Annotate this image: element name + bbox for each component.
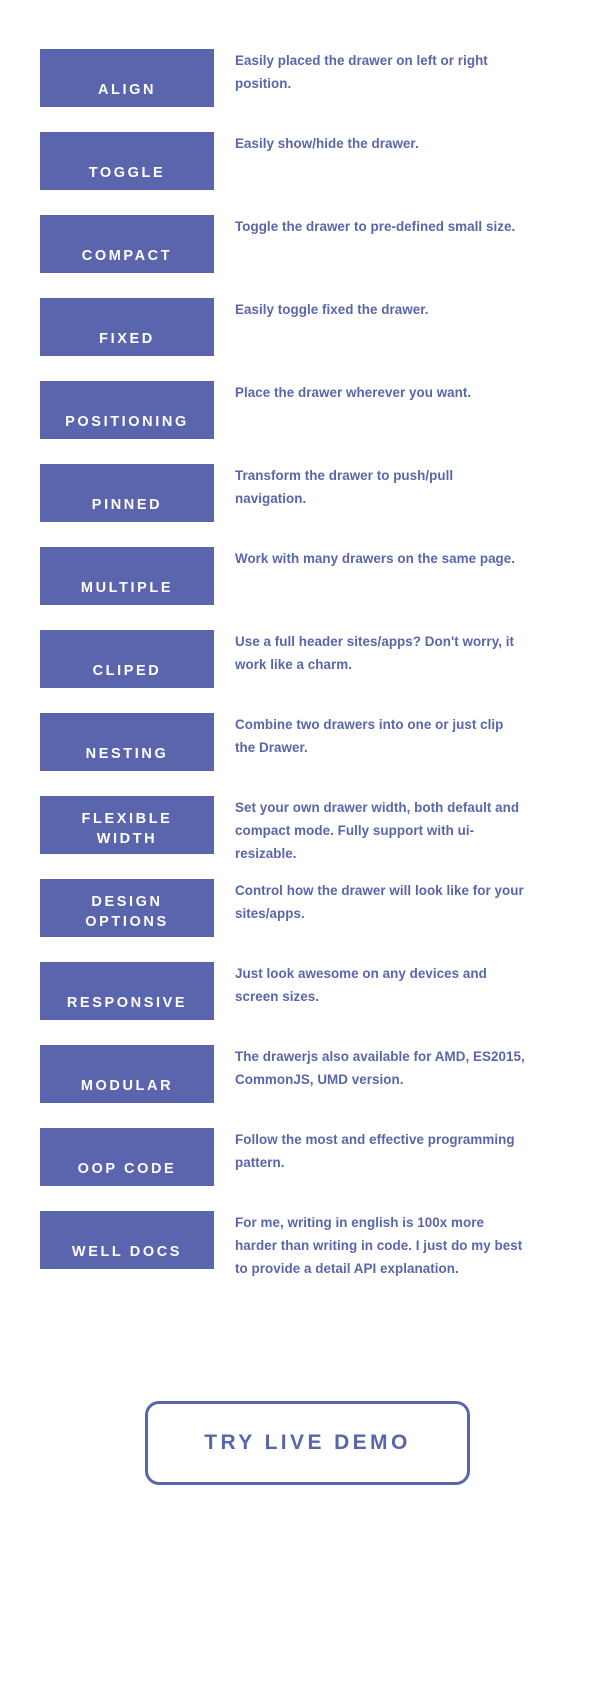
feature-badge-label: WELL DOCS [71, 1244, 183, 1260]
feature-row: COMPACT Toggle the drawer to pre-defined … [0, 215, 615, 298]
feature-description: Combine two drawers into one or just cli… [235, 717, 504, 755]
feature-description: Just look awesome on any devices and scr… [235, 966, 487, 1004]
feature-badge[interactable]: TOGGLE [40, 132, 214, 190]
feature-badge-label: MODULAR [80, 1078, 174, 1094]
feature-badge-label: OOP CODE [77, 1161, 177, 1177]
feature-badge-label: PINNED [91, 497, 163, 513]
feature-description: Use a full header sites/apps? Don't worr… [235, 634, 515, 672]
try-live-demo-button[interactable]: TRY LIVE DEMO [145, 1401, 470, 1485]
feature-row: MULTIPLE Work with many drawers on the sa… [0, 547, 615, 630]
feature-badge[interactable]: FIXED [40, 298, 214, 356]
feature-badge-label: COMPACT [81, 248, 173, 264]
feature-row: POSITIONING Place the drawer wherever you… [0, 381, 615, 464]
feature-row: TOGGLE Easily show/hide the drawer. [0, 132, 615, 215]
feature-list: ALIGN Easily placed the drawer on left or… [0, 49, 615, 1294]
feature-row: FLEXIBLE WIDTH Set your own drawer width,… [0, 796, 615, 879]
feature-badge-label: FLEXIBLE WIDTH [81, 811, 173, 847]
feature-row: FIXED Easily toggle fixed the drawer. [0, 298, 615, 381]
feature-badge[interactable]: PINNED [40, 464, 214, 522]
feature-badge[interactable]: POSITIONING [40, 381, 214, 439]
feature-list-page: ALIGN Easily placed the drawer on left or… [0, 0, 615, 1703]
feature-badge-label: DESIGN OPTIONS [85, 894, 169, 930]
feature-row: NESTING Combine two drawers into one or j… [0, 713, 615, 796]
feature-badge-label: MULTIPLE [80, 580, 174, 596]
feature-row: OOP CODE Follow the most and effective pr… [0, 1128, 615, 1211]
feature-badge-label: FIXED [99, 331, 155, 347]
feature-description: For me, writing in english is 100x more … [235, 1215, 523, 1276]
cta-section: TRY LIVE DEMO [0, 1401, 615, 1485]
feature-description: Easily show/hide the drawer. [235, 136, 419, 151]
feature-row: RESPONSIVE Just look awesome on any devic… [0, 962, 615, 1045]
feature-description: Work with many drawers on the same page. [235, 551, 516, 566]
feature-badge[interactable]: FLEXIBLE WIDTH [40, 796, 214, 854]
feature-badge-label: NESTING [85, 746, 169, 762]
feature-badge[interactable]: OOP CODE [40, 1128, 214, 1186]
feature-badge-label: CLIPED [92, 663, 162, 679]
feature-description: Transform the drawer to push/pull naviga… [235, 468, 454, 506]
feature-badge[interactable]: RESPONSIVE [40, 962, 214, 1020]
feature-badge[interactable]: COMPACT [40, 215, 214, 273]
feature-row: DESIGN OPTIONS Control how the drawer wil… [0, 879, 615, 962]
feature-badge-label: ALIGN [97, 82, 157, 98]
feature-badge-label: POSITIONING [65, 414, 189, 430]
feature-badge[interactable]: ALIGN [40, 49, 214, 107]
feature-description: Control how the drawer will look like fo… [235, 883, 524, 921]
feature-badge[interactable]: MULTIPLE [40, 547, 214, 605]
feature-description: Set your own drawer width, both default … [235, 800, 520, 861]
feature-badge[interactable]: CLIPED [40, 630, 214, 688]
feature-row: ALIGN Easily placed the drawer on left or… [0, 49, 615, 132]
feature-badge[interactable]: DESIGN OPTIONS [40, 879, 214, 937]
feature-description: Toggle the drawer to pre-defined small s… [235, 219, 516, 234]
feature-badge-label: RESPONSIVE [66, 995, 188, 1011]
feature-badge[interactable]: MODULAR [40, 1045, 214, 1103]
feature-description: Place the drawer wherever you want. [235, 385, 472, 400]
feature-badge[interactable]: NESTING [40, 713, 214, 771]
feature-description: Easily placed the drawer on left or righ… [235, 53, 488, 91]
feature-row: PINNED Transform the drawer to push/pull … [0, 464, 615, 547]
feature-badge-label: TOGGLE [88, 165, 166, 181]
feature-description: Easily toggle fixed the drawer. [235, 302, 429, 317]
feature-row: MODULAR The drawerjs also available for A… [0, 1045, 615, 1128]
feature-row: WELL DOCS For me, writing in english is 1… [0, 1211, 615, 1294]
try-live-demo-label: TRY LIVE DEMO [204, 1431, 411, 1454]
feature-description: Follow the most and effective programmin… [235, 1132, 515, 1170]
feature-row: CLIPED Use a full header sites/apps? Don'… [0, 630, 615, 713]
feature-description: The drawerjs also available for AMD, ES2… [235, 1049, 525, 1087]
feature-badge[interactable]: WELL DOCS [40, 1211, 214, 1269]
